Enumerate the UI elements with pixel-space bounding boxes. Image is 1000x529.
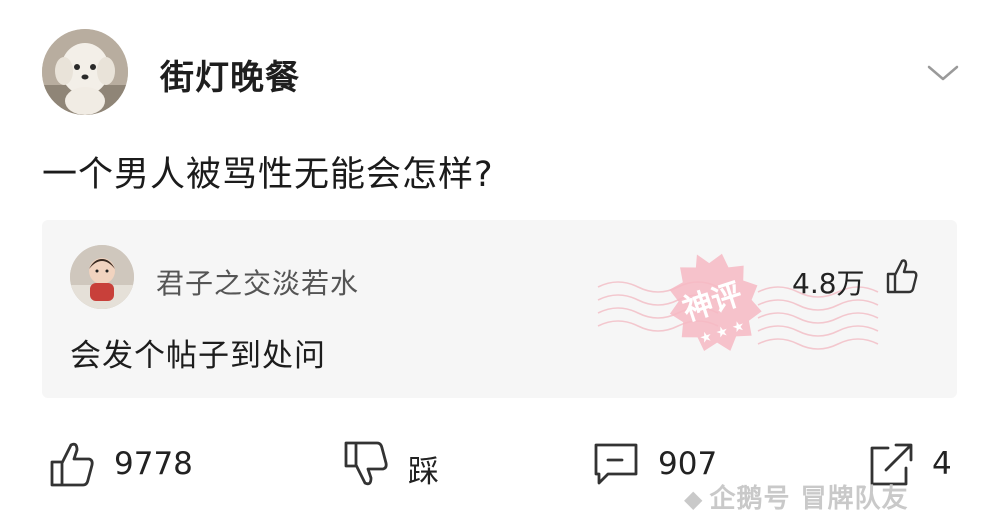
share-count[interactable]: 4 xyxy=(932,446,952,482)
comment-like-count: 4.8万 xyxy=(792,267,865,300)
thumbs-down-icon[interactable] xyxy=(342,440,390,488)
author-name[interactable]: 街灯晚餐 xyxy=(160,50,300,99)
hot-comment-stamp: 神评 ★ ★ ★ xyxy=(588,232,888,382)
author-avatar[interactable] xyxy=(42,29,128,115)
thumbs-up-icon[interactable] xyxy=(48,440,96,488)
chevron-down-icon[interactable] xyxy=(925,58,961,88)
watermark: ◆ 企鹅号 冒牌队友 xyxy=(684,478,909,515)
comment-icon[interactable] xyxy=(592,440,640,488)
watermark-text: 企鹅号 冒牌队友 xyxy=(709,484,909,514)
comment-text: 会发个帖子到处问 xyxy=(70,338,326,374)
thumbs-up-icon[interactable] xyxy=(884,256,920,296)
penguin-logo-icon: ◆ xyxy=(684,485,704,513)
commenter-name[interactable]: 君子之交淡若水 xyxy=(156,262,359,302)
post-text: 一个男人被骂性无能会怎样? xyxy=(42,155,494,195)
comment-count[interactable]: 907 xyxy=(658,446,717,482)
commenter-avatar[interactable] xyxy=(70,245,134,309)
like-count[interactable]: 9778 xyxy=(114,446,193,482)
dislike-label[interactable]: 踩 xyxy=(408,446,439,491)
